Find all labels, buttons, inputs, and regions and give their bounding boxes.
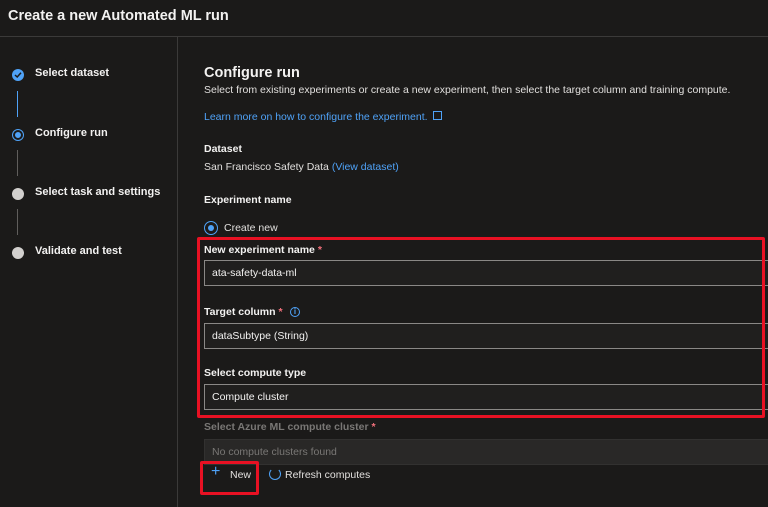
- learn-more-text: Learn more on how to configure the exper…: [204, 111, 428, 123]
- header: Create a new Automated ML run: [0, 0, 768, 37]
- refresh-icon: [269, 468, 281, 480]
- dataset-value: San Francisco Safety Data (View dataset): [204, 161, 399, 173]
- compute-cluster-label: Select Azure ML compute cluster *: [204, 421, 376, 433]
- wizard-steps: Select dataset Configure run Select task…: [0, 37, 178, 507]
- automl-wizard: Create a new Automated ML run Select dat…: [0, 0, 768, 507]
- step-label: Select task and settings: [35, 186, 161, 198]
- required-mark: *: [371, 421, 376, 433]
- section-description: Select from existing experiments or crea…: [204, 84, 731, 96]
- pending-step-icon: [12, 188, 24, 200]
- radio-label: Create new: [224, 222, 278, 234]
- step-label: Validate and test: [35, 245, 122, 257]
- step-connector: [17, 209, 18, 235]
- learn-more-link[interactable]: Learn more on how to configure the exper…: [204, 111, 443, 123]
- radio-create-new[interactable]: Create new: [204, 220, 324, 236]
- page-title: Create a new Automated ML run: [8, 8, 229, 24]
- step-configure-run[interactable]: Configure run: [12, 125, 178, 145]
- pending-step-icon: [12, 247, 24, 259]
- step-connector: [17, 150, 18, 176]
- view-dataset-link[interactable]: (View dataset): [332, 161, 399, 173]
- step-select-dataset[interactable]: Select dataset: [12, 65, 178, 85]
- radio-selected-icon: [204, 221, 218, 235]
- label-text: Select Azure ML compute cluster: [204, 421, 369, 433]
- external-link-icon: [433, 111, 443, 120]
- check-icon: [12, 69, 24, 81]
- experiment-name-label: Experiment name: [204, 194, 292, 206]
- compute-cluster-dropdown[interactable]: No compute clusters found: [204, 439, 768, 465]
- step-label: Select dataset: [35, 67, 109, 79]
- step-select-task[interactable]: Select task and settings: [12, 184, 178, 204]
- button-label: Refresh computes: [285, 469, 371, 481]
- step-validate-test[interactable]: Validate and test: [12, 243, 178, 263]
- step-label: Configure run: [35, 127, 108, 139]
- step-connector: [17, 91, 18, 117]
- dataset-label: Dataset: [204, 143, 242, 155]
- dropdown-placeholder: No compute clusters found: [212, 446, 337, 458]
- dataset-name: San Francisco Safety Data: [204, 161, 329, 173]
- highlight-box-new-button: [200, 461, 259, 495]
- refresh-computes-button[interactable]: Refresh computes: [267, 465, 387, 485]
- highlight-box-fields: [197, 237, 765, 418]
- current-step-icon: [13, 130, 23, 140]
- section-title: Configure run: [204, 65, 300, 81]
